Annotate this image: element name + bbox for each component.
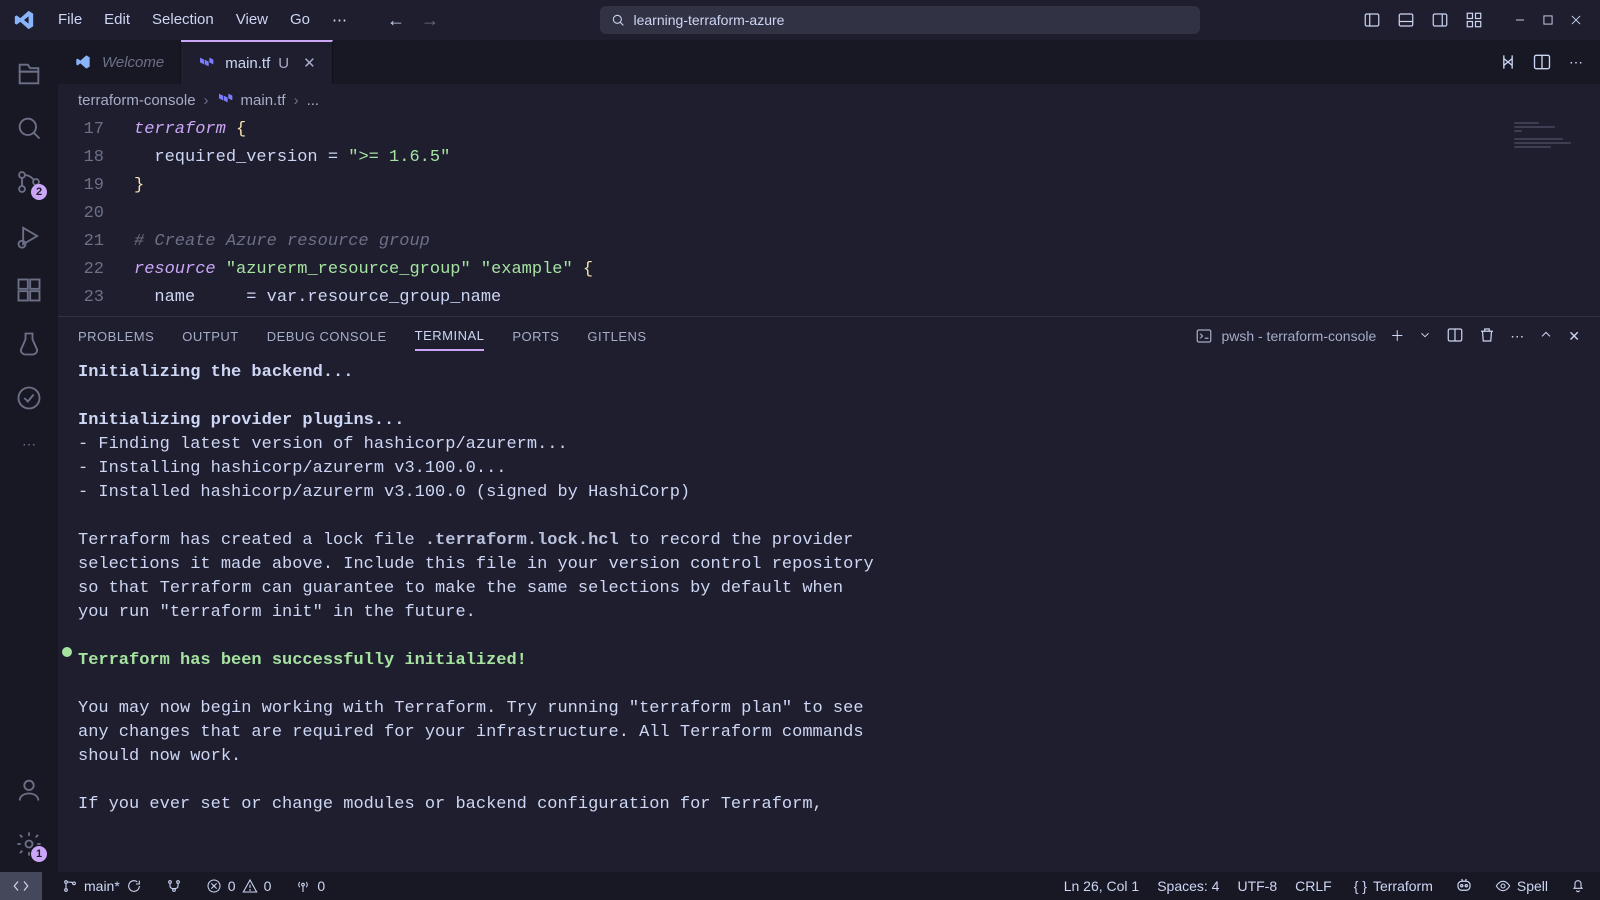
- tab-main-tf[interactable]: main.tf U ✕: [181, 40, 332, 84]
- terminal-output[interactable]: Initializing the backend... Initializing…: [58, 355, 1600, 872]
- terminal-icon: [1195, 327, 1213, 345]
- editor[interactable]: 17181920212223 terraform { required_vers…: [58, 116, 1600, 316]
- menu-edit[interactable]: Edit: [94, 5, 140, 35]
- testing-icon[interactable]: [5, 320, 53, 368]
- todo-icon[interactable]: [5, 374, 53, 422]
- breadcrumb-file[interactable]: main.tf: [241, 92, 286, 109]
- vscode-small-icon: [74, 53, 92, 71]
- panel: PROBLEMS OUTPUT DEBUG CONSOLE TERMINAL P…: [58, 316, 1600, 872]
- minimap[interactable]: [1510, 116, 1600, 316]
- layout-sidebar-left-icon[interactable]: [1360, 8, 1384, 32]
- tab-welcome[interactable]: Welcome: [58, 40, 181, 84]
- terminal-name[interactable]: pwsh - terraform-console: [1195, 327, 1376, 345]
- indentation[interactable]: Spaces: 4: [1157, 878, 1219, 894]
- panel-tab-ports[interactable]: PORTS: [512, 323, 559, 350]
- layout-panel-icon[interactable]: [1394, 8, 1418, 32]
- panel-more-icon[interactable]: ⋯: [1510, 328, 1524, 345]
- layout-customize-icon[interactable]: [1462, 8, 1486, 32]
- breadcrumb-root[interactable]: terraform-console: [78, 92, 196, 109]
- source-control-icon[interactable]: 2: [5, 158, 53, 206]
- panel-tab-terminal[interactable]: TERMINAL: [415, 322, 485, 351]
- overflow-icon[interactable]: ⋯: [5, 428, 53, 460]
- terraform-file-icon: [217, 91, 233, 109]
- braces-icon: { }: [1354, 878, 1367, 894]
- git-graph-icon[interactable]: [162, 878, 186, 894]
- copilot-icon[interactable]: [1455, 876, 1473, 897]
- panel-tab-problems[interactable]: PROBLEMS: [78, 323, 154, 350]
- command-center-text: learning-terraform-azure: [634, 12, 785, 28]
- spell-check[interactable]: Spell: [1491, 878, 1552, 894]
- menu-bar: File Edit Selection View Go ⋯: [48, 5, 357, 35]
- title-layout-controls: [1360, 8, 1592, 32]
- split-terminal-icon[interactable]: [1446, 326, 1464, 347]
- menu-more-icon[interactable]: ⋯: [322, 5, 357, 35]
- terminal-dropdown-icon[interactable]: [1418, 328, 1432, 345]
- window-maximize-icon[interactable]: [1536, 8, 1560, 32]
- nav-arrows: ← →: [387, 10, 439, 31]
- panel-tabs: PROBLEMS OUTPUT DEBUG CONSOLE TERMINAL P…: [58, 317, 1600, 355]
- remote-indicator-icon[interactable]: [0, 872, 42, 900]
- error-icon: [206, 878, 222, 894]
- cursor-position[interactable]: Ln 26, Col 1: [1064, 878, 1140, 894]
- language-mode[interactable]: { } Terraform: [1350, 878, 1437, 894]
- nav-back-icon[interactable]: ←: [387, 10, 405, 31]
- eye-icon: [1495, 878, 1511, 894]
- chevron-right-icon: ›: [204, 92, 209, 109]
- scm-badge: 2: [31, 184, 47, 200]
- menu-selection[interactable]: Selection: [142, 5, 224, 35]
- new-terminal-icon[interactable]: ＋: [1390, 326, 1404, 346]
- more-actions-icon[interactable]: ⋯: [1566, 52, 1586, 72]
- title-bar: File Edit Selection View Go ⋯ ← → learni…: [0, 0, 1600, 40]
- menu-view[interactable]: View: [226, 5, 278, 35]
- window-close-icon[interactable]: [1564, 8, 1588, 32]
- search-icon[interactable]: [5, 104, 53, 152]
- run-debug-icon[interactable]: [5, 212, 53, 260]
- sync-icon[interactable]: [126, 878, 142, 894]
- panel-tab-gitlens[interactable]: GITLENS: [587, 323, 646, 350]
- compare-changes-icon[interactable]: [1498, 52, 1518, 72]
- terminal-active-dot-icon: [62, 647, 72, 657]
- warning-icon: [242, 878, 258, 894]
- accounts-icon[interactable]: [5, 766, 53, 814]
- editor-tabs: Welcome main.tf U ✕ ⋯: [58, 40, 1600, 84]
- kill-terminal-icon[interactable]: [1478, 326, 1496, 347]
- chevron-right-icon: ›: [294, 92, 299, 109]
- eol[interactable]: CRLF: [1295, 878, 1332, 894]
- branch-icon: [62, 878, 78, 894]
- window-minimize-icon[interactable]: [1508, 8, 1532, 32]
- git-branch[interactable]: main*: [58, 878, 146, 894]
- tab-main-label: main.tf: [225, 55, 270, 72]
- terraform-file-icon: [197, 54, 215, 72]
- vscode-logo-icon: [8, 9, 40, 31]
- split-editor-icon[interactable]: [1532, 52, 1552, 72]
- tab-close-icon[interactable]: ✕: [303, 54, 316, 72]
- maximize-panel-icon[interactable]: [1538, 327, 1554, 346]
- radio-tower-icon: [295, 878, 311, 894]
- nav-forward-icon[interactable]: →: [421, 10, 439, 31]
- ports-status[interactable]: 0: [291, 878, 329, 894]
- layout-sidebar-right-icon[interactable]: [1428, 8, 1452, 32]
- extensions-icon[interactable]: [5, 266, 53, 314]
- encoding[interactable]: UTF-8: [1237, 878, 1277, 894]
- code-content[interactable]: terraform { required_version = ">= 1.6.5…: [118, 116, 1600, 316]
- breadcrumb-tail[interactable]: ...: [307, 92, 320, 109]
- settings-gear-icon[interactable]: 1: [5, 820, 53, 868]
- breadcrumb[interactable]: terraform-console › main.tf › ...: [58, 84, 1600, 116]
- panel-tab-output[interactable]: OUTPUT: [182, 323, 238, 350]
- activity-bar: 2 ⋯ 1: [0, 40, 58, 872]
- explorer-icon[interactable]: [5, 50, 53, 98]
- tab-welcome-label: Welcome: [102, 54, 164, 71]
- tab-modified-indicator: U: [278, 55, 289, 72]
- menu-file[interactable]: File: [48, 5, 92, 35]
- notifications-icon[interactable]: [1570, 877, 1586, 896]
- close-panel-icon[interactable]: ✕: [1568, 328, 1580, 345]
- line-number-gutter: 17181920212223: [58, 116, 118, 316]
- command-center[interactable]: learning-terraform-azure: [600, 6, 1200, 34]
- status-bar: main* 0 0 0 Ln 26, Col 1 Spaces: 4 UTF-8…: [0, 872, 1600, 900]
- panel-tab-debug[interactable]: DEBUG CONSOLE: [267, 323, 387, 350]
- settings-badge: 1: [31, 846, 47, 862]
- menu-go[interactable]: Go: [280, 5, 320, 35]
- problems-status[interactable]: 0 0: [202, 878, 276, 894]
- search-icon: [610, 12, 626, 28]
